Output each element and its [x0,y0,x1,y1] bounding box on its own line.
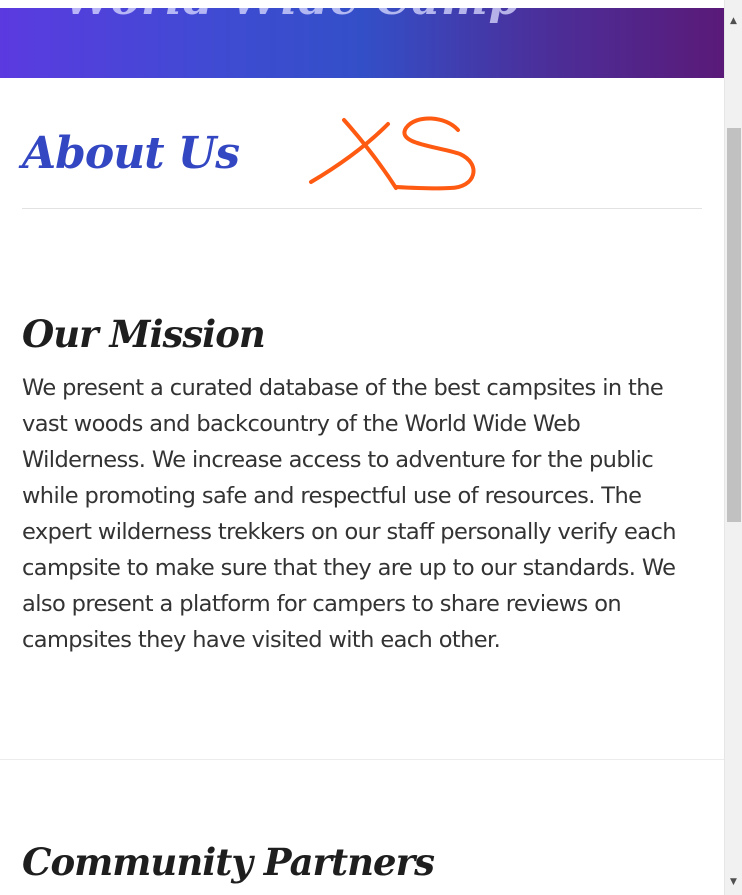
page-title: About Us [22,128,240,179]
heading-divider [22,208,702,209]
mission-paragraph: We present a curated database of the bes… [22,375,676,653]
section-divider [0,759,724,760]
arrow-down-icon[interactable]: ▼ [725,873,742,890]
vertical-scrollbar[interactable]: ▲ ▼ [724,0,742,895]
partners-heading: Community Partners [22,840,435,884]
mission-heading: Our Mission [22,312,266,356]
scrollbar-thumb[interactable] [727,128,741,522]
page-viewport: World Wide Camp About Us XS Our Mission … [0,0,724,895]
hero-title: World Wide Camp [64,8,520,25]
arrow-up-icon[interactable]: ▲ [725,12,742,29]
annotation-s-stroke [394,116,476,191]
hero-banner: World Wide Camp [0,8,724,78]
annotation-x-stroke-2 [309,122,390,184]
top-strip [0,0,724,8]
handwritten-annotation: XS [309,116,476,191]
